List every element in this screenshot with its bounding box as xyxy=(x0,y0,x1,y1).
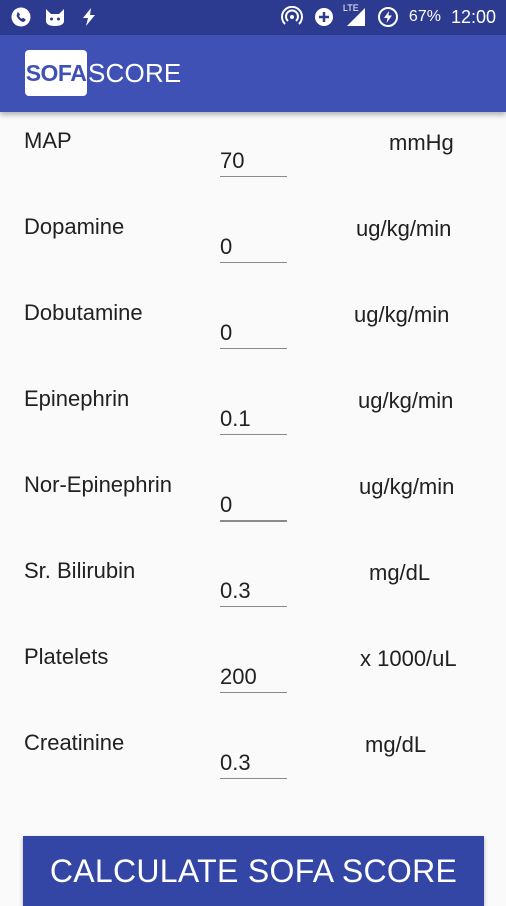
field-unit: ug/kg/min xyxy=(359,474,455,499)
form-row-platelets: Platelets x 1000/uL xyxy=(0,628,506,714)
battery-icon xyxy=(377,6,399,28)
form-row-dopamine: Dopamine ug/kg/min xyxy=(0,198,506,284)
signal-icon: LTE xyxy=(342,3,367,28)
status-time: 12:00 xyxy=(450,6,496,27)
cat-icon xyxy=(44,6,66,28)
field-label: Epinephrin xyxy=(24,386,130,411)
form-row-nor-epinephrin: Nor-Epinephrin ug/kg/min xyxy=(0,456,506,542)
field-label: Dobutamine xyxy=(24,300,143,325)
form-row-dobutamine: Dobutamine ug/kg/min xyxy=(0,284,506,370)
status-right-icons: LTE 67% 12:00 xyxy=(280,3,496,28)
calculate-sofa-score-button[interactable]: CALCULATE SOFA SCORE xyxy=(23,836,484,906)
lightning-icon xyxy=(78,6,100,28)
field-underline xyxy=(220,228,287,263)
platelets-input[interactable] xyxy=(220,662,287,692)
field-unit: ug/kg/min xyxy=(358,388,454,413)
network-type-label: LTE xyxy=(342,3,359,13)
battery-percent: 67% xyxy=(408,8,441,25)
logo-box: SOFA xyxy=(25,50,87,96)
field-underline xyxy=(220,572,287,607)
form-row-bilirubin: Sr. Bilirubin mg/dL xyxy=(0,542,506,628)
field-underline xyxy=(220,744,287,779)
field-underline xyxy=(220,142,287,177)
field-underline xyxy=(220,658,287,693)
data-saver-icon xyxy=(313,6,335,28)
map-input[interactable] xyxy=(220,146,287,176)
bilirubin-input[interactable] xyxy=(220,576,287,606)
status-left-icons xyxy=(10,6,100,28)
app-bar: SOFA SCORE xyxy=(0,35,506,112)
creatinine-input[interactable] xyxy=(220,748,287,778)
field-unit: ug/kg/min xyxy=(356,216,452,241)
field-underline xyxy=(220,486,287,522)
field-label: Sr. Bilirubin xyxy=(24,558,136,583)
field-unit: x 1000/uL xyxy=(360,646,457,671)
field-label: Creatinine xyxy=(24,730,125,755)
logo-text: SCORE xyxy=(88,57,182,88)
field-unit: mg/dL xyxy=(365,732,427,757)
hotspot-icon xyxy=(280,6,303,28)
nor-epinephrin-input[interactable] xyxy=(220,490,287,520)
epinephrin-input[interactable] xyxy=(220,404,287,434)
field-underline xyxy=(220,400,287,435)
field-label: Dopamine xyxy=(24,214,125,239)
app-logo: SOFA SCORE xyxy=(25,50,181,96)
field-label: Nor-Epinephrin xyxy=(24,472,172,497)
field-unit: mg/dL xyxy=(369,560,431,585)
status-bar: LTE 67% 12:00 xyxy=(0,0,506,35)
field-unit: mmHg xyxy=(389,130,454,155)
field-label: MAP xyxy=(24,128,72,153)
form-row-map: MAP mmHg xyxy=(0,112,506,198)
phone-icon xyxy=(10,6,32,28)
dobutamine-input[interactable] xyxy=(220,318,287,348)
field-underline xyxy=(220,314,287,349)
form-row-epinephrin: Epinephrin ug/kg/min xyxy=(0,370,506,456)
form-row-creatinine: Creatinine mg/dL xyxy=(0,714,506,800)
dopamine-input[interactable] xyxy=(220,232,287,262)
field-unit: ug/kg/min xyxy=(354,302,450,327)
field-label: Platelets xyxy=(24,644,109,669)
